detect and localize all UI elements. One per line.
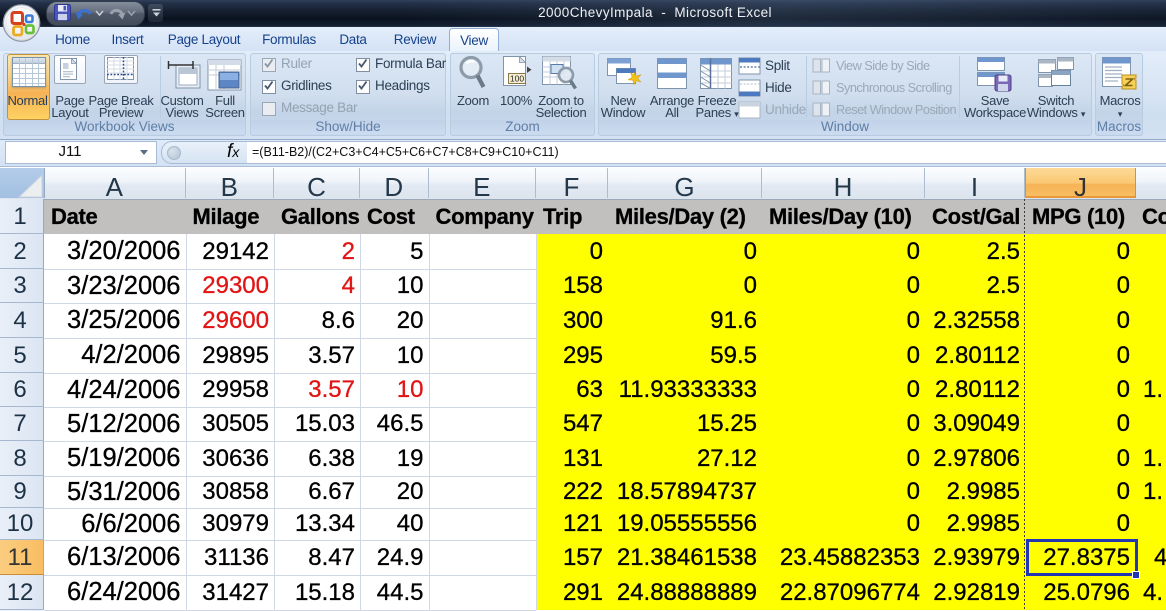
svg-text:100: 100	[510, 74, 524, 84]
